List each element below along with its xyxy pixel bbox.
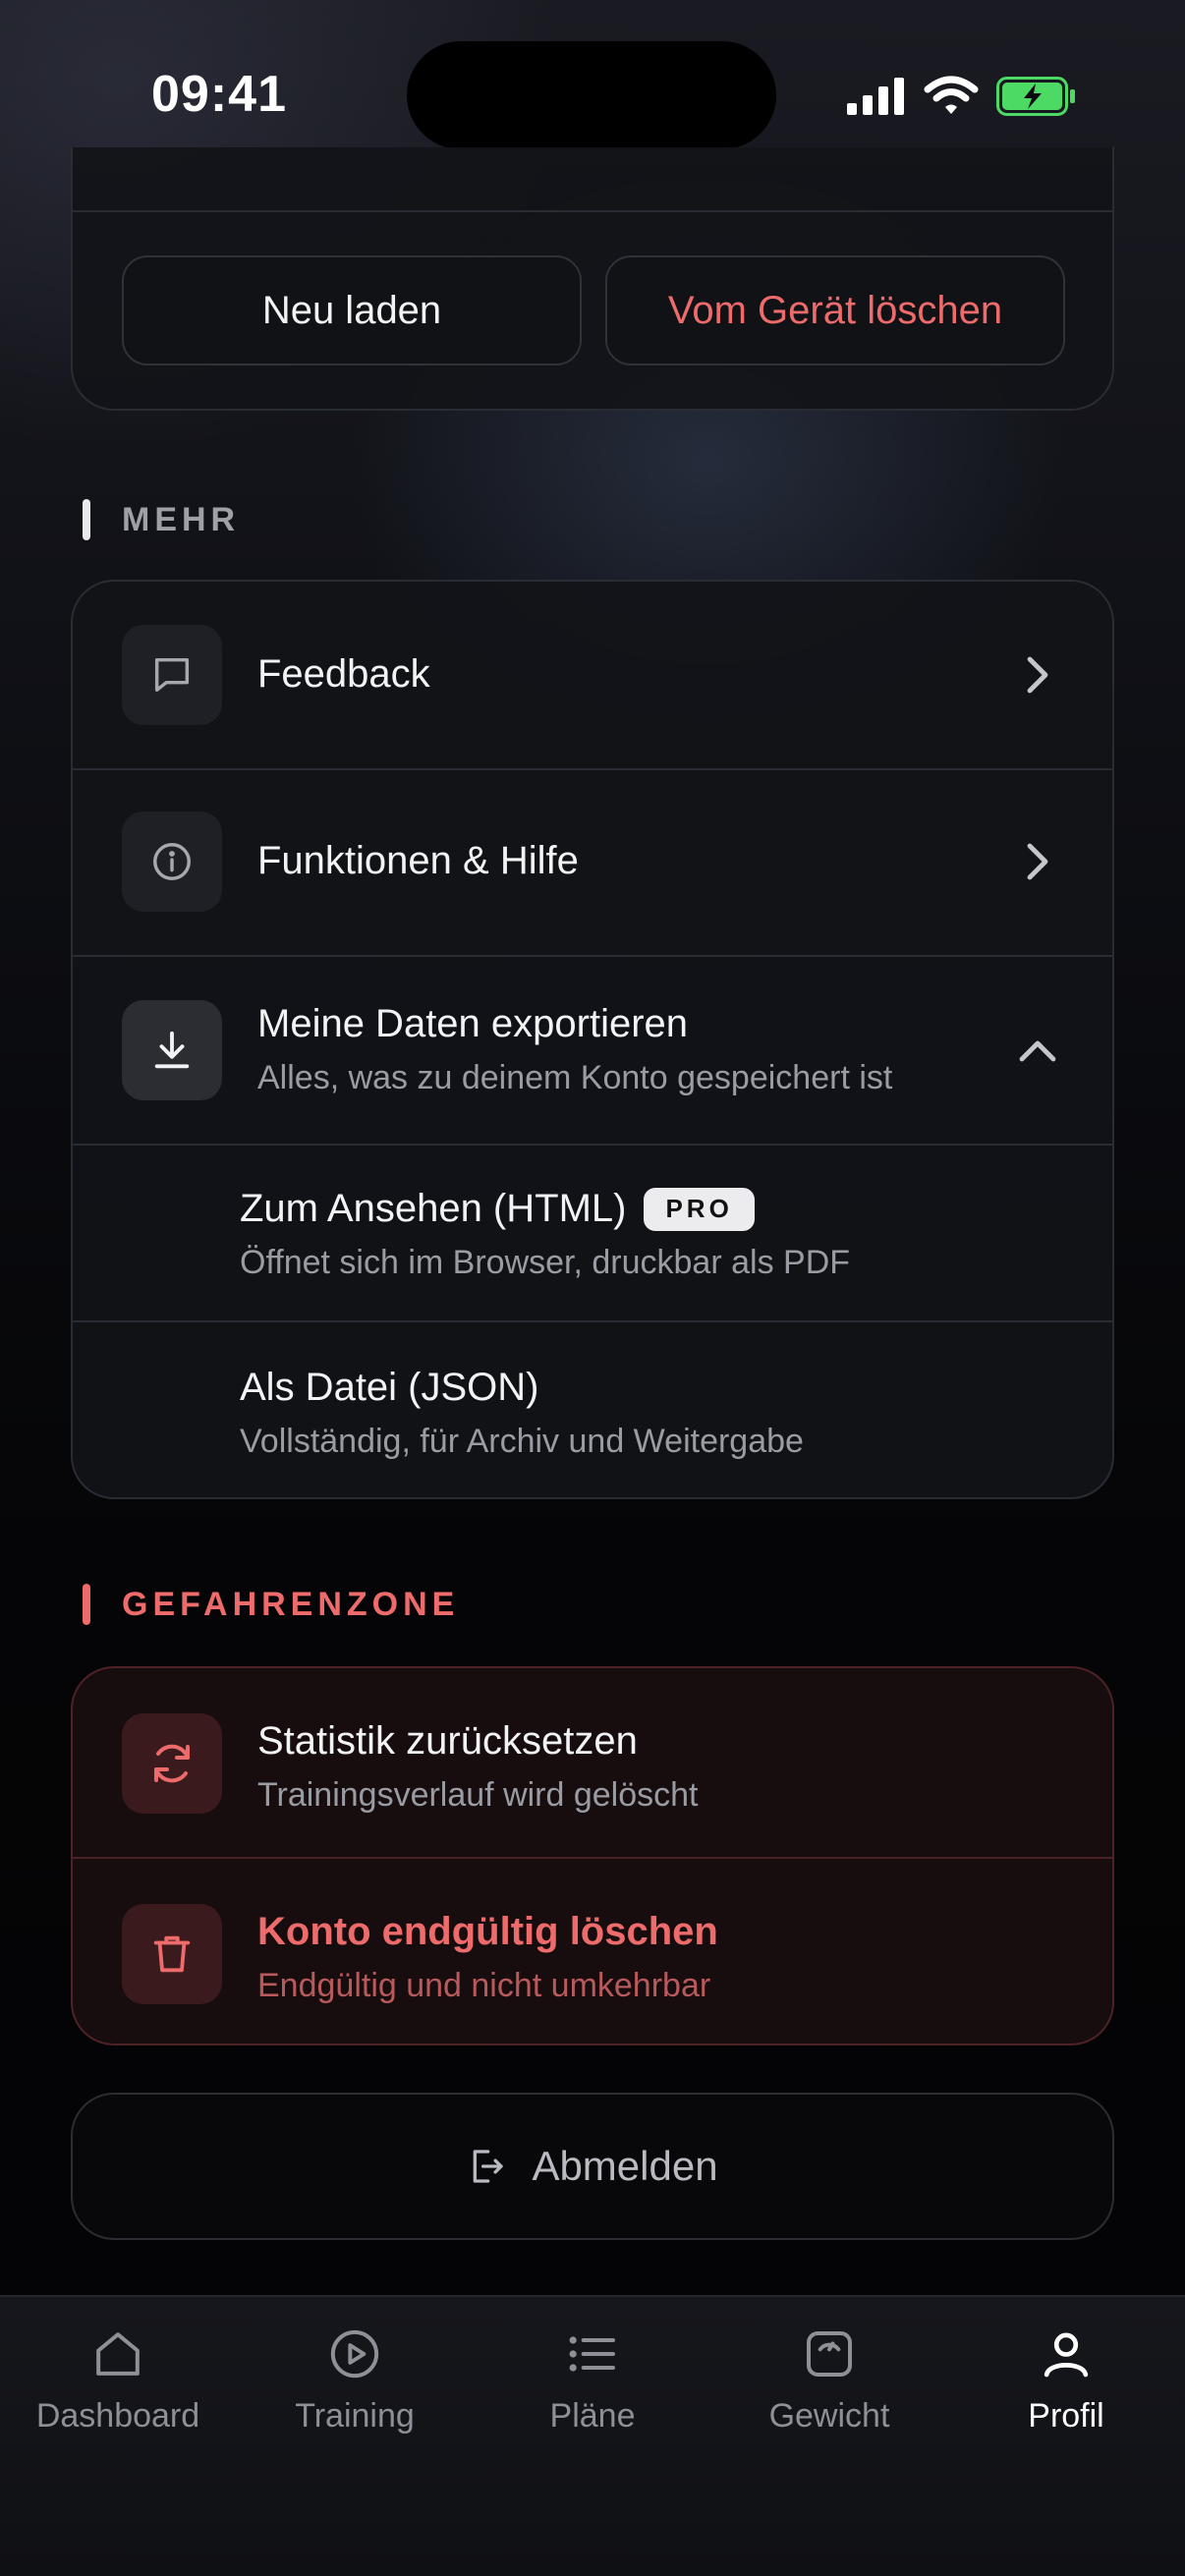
delete-account-row[interactable]: Konto endgültig löschen Endgültig und ni… — [73, 1859, 1112, 2044]
reload-label: Neu laden — [261, 288, 442, 332]
scale-icon — [807, 2331, 852, 2377]
help-row[interactable]: Funktionen & Hilfe — [73, 770, 1112, 955]
export-icon-box — [122, 1000, 222, 1100]
danger-section-marker — [83, 1584, 90, 1625]
cellular-signal-icon — [847, 78, 904, 115]
delete-from-device-label: Vom Gerät löschen — [667, 288, 1003, 332]
tab-label: Pläne — [549, 2397, 636, 2435]
battery-charging-icon — [996, 77, 1075, 116]
tab-plaene[interactable]: Pläne — [484, 2326, 701, 2436]
section-title-more: MEHR — [122, 501, 241, 538]
help-icon-box — [122, 812, 222, 912]
tab-profil[interactable]: Profil — [958, 2326, 1174, 2436]
status-time: 09:41 — [151, 66, 287, 123]
export-subtitle: Alles, was zu deinem Konto gespeichert i… — [257, 1059, 893, 1096]
reset-stats-title: Statistik zurücksetzen — [257, 1719, 638, 1763]
message-square-icon — [154, 657, 190, 693]
chevron-right-icon — [1018, 842, 1057, 881]
reset-stats-subtitle: Trainingsverlauf wird gelöscht — [257, 1776, 699, 1814]
user-icon — [1044, 2332, 1089, 2378]
export-html-label: Zum Ansehen (HTML) — [240, 1187, 627, 1230]
section-marker — [83, 499, 90, 540]
tab-label: Gewicht — [768, 2397, 890, 2435]
tab-training[interactable]: Training — [247, 2326, 463, 2436]
export-json-subtitle: Vollständig, für Archiv und Weitergabe — [240, 1423, 804, 1460]
tab-bar: Dashboard Training Pläne Gewicht Profil — [0, 2295, 1185, 2576]
delete-icon-box — [122, 1904, 222, 2004]
more-card: Feedback Funktionen & Hilfe Meine Daten … — [71, 580, 1114, 1499]
tab-label: Profil — [1028, 2397, 1104, 2435]
help-title: Funktionen & Hilfe — [257, 839, 579, 882]
feedback-title: Feedback — [257, 652, 430, 696]
trash-icon — [153, 1935, 191, 1973]
card-divider — [73, 210, 1112, 212]
feedback-icon-box — [122, 625, 222, 725]
section-title-danger: GEFAHRENZONE — [122, 1586, 460, 1623]
wifi-icon — [924, 76, 979, 114]
status-icons — [847, 71, 1077, 122]
reload-button[interactable]: Neu laden — [122, 255, 582, 365]
export-json-title: Als Datei (JSON) — [240, 1366, 539, 1409]
pro-badge: PRO — [644, 1187, 755, 1231]
download-icon — [154, 1031, 190, 1069]
list-icon — [569, 2336, 615, 2372]
reset-stats-row[interactable]: Statistik zurücksetzen Trainingsverlauf … — [73, 1668, 1112, 1857]
export-json-option[interactable]: Als Datei (JSON) Vollständig, für Archiv… — [73, 1322, 1112, 1497]
delete-account-subtitle: Endgültig und nicht umkehrbar — [257, 1967, 711, 2004]
info-circle-icon — [153, 843, 191, 880]
feedback-row[interactable]: Feedback — [73, 582, 1112, 768]
export-html-title: Zum Ansehen (HTML) PRO — [240, 1187, 755, 1231]
tab-dashboard[interactable]: Dashboard — [10, 2326, 226, 2436]
delete-from-device-button[interactable]: Vom Gerät löschen — [605, 255, 1065, 365]
logout-icon — [474, 2150, 504, 2183]
dynamic-island — [407, 41, 776, 149]
chevron-up-icon — [1018, 1032, 1057, 1071]
reset-icon-box — [122, 1713, 222, 1814]
tab-label: Dashboard — [35, 2397, 200, 2435]
export-data-row[interactable]: Meine Daten exportieren Alles, was zu de… — [73, 957, 1112, 1144]
danger-zone-card: Statistik zurücksetzen Trainingsverlauf … — [71, 1666, 1114, 2045]
tab-gewicht[interactable]: Gewicht — [721, 2326, 937, 2436]
logout-label: Abmelden — [532, 2143, 718, 2189]
export-html-subtitle: Öffnet sich im Browser, druckbar als PDF — [240, 1244, 851, 1281]
export-html-option[interactable]: Zum Ansehen (HTML) PRO Öffnet sich im Br… — [73, 1146, 1112, 1320]
tab-label: Training — [295, 2397, 415, 2435]
export-title: Meine Daten exportieren — [257, 1002, 689, 1045]
refresh-icon — [154, 1744, 190, 1783]
delete-account-title: Konto endgültig löschen — [257, 1910, 718, 1953]
home-icon — [96, 2332, 140, 2376]
storage-card: Neu laden Vom Gerät löschen — [71, 147, 1114, 411]
chevron-right-icon — [1018, 655, 1057, 695]
play-circle-icon — [330, 2329, 379, 2379]
logout-button[interactable]: Abmelden — [71, 2093, 1114, 2240]
